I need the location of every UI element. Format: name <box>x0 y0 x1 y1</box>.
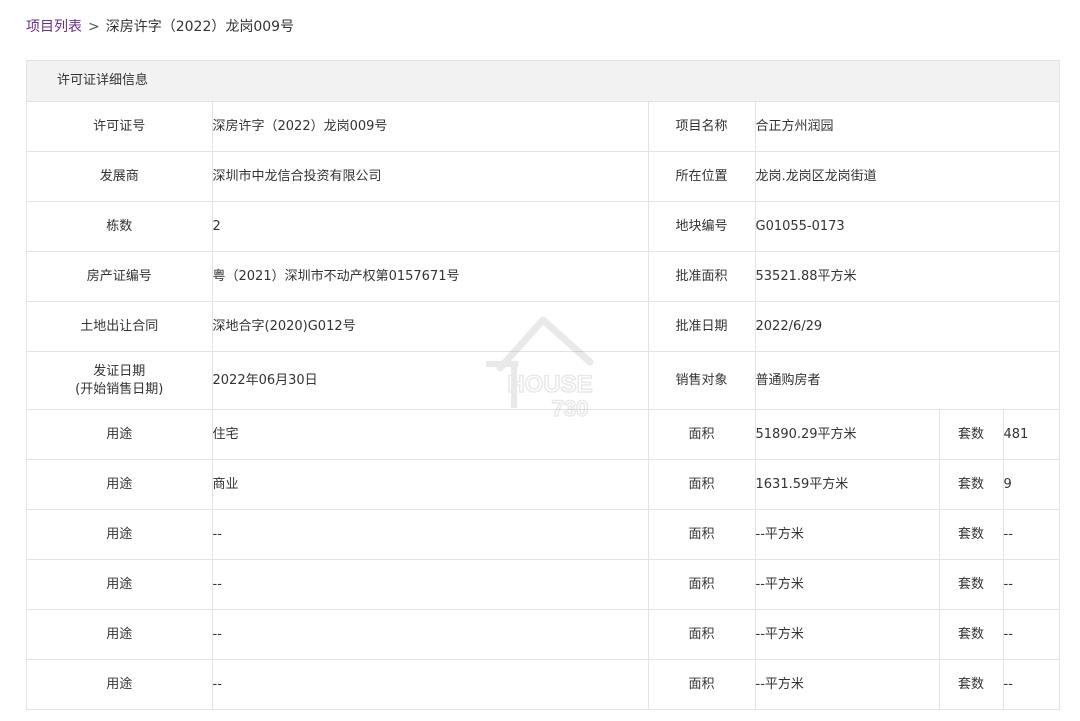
table-row: 许可证号 深房许字（2022）龙岗009号 项目名称 合正方州润园 <box>27 102 1059 152</box>
usage-value: -- <box>211 659 649 709</box>
land-contract-value: 深地合字(2020)G012号 <box>211 301 649 352</box>
table-row: 发证日期 (开始销售日期) 2022年06月30日 销售对象 普通购房者 <box>27 351 1059 410</box>
usage-value: 住宅 <box>211 409 649 460</box>
lot-number-value: G01055-0173 <box>754 201 1059 252</box>
area-value: --平方米 <box>754 609 940 660</box>
breadcrumb: 项目列表 > 深房许字（2022）龙岗009号 <box>26 15 294 39</box>
project-name-label: 项目名称 <box>647 102 756 152</box>
developer-value: 深圳市中龙信合投资有限公司 <box>211 151 649 202</box>
unit-count-value: 481 <box>1002 409 1059 460</box>
property-cert-label: 房产证编号 <box>27 251 213 302</box>
table-row: 房产证编号 粤（2021）深圳市不动产权第0157671号 批准面积 53521… <box>27 251 1059 302</box>
usage-row: 用途 住宅 面积 51890.29平方米 套数 481 <box>27 409 1059 460</box>
area-value: 51890.29平方米 <box>754 409 940 460</box>
location-value: 龙岗.龙岗区龙岗街道 <box>754 151 1059 202</box>
breadcrumb-project-list-link[interactable]: 项目列表 <box>26 19 82 35</box>
usage-value: -- <box>211 559 649 610</box>
permit-detail-table: 许可证号 深房许字（2022）龙岗009号 项目名称 合正方州润园 发展商 深圳… <box>27 102 1059 709</box>
area-value: --平方米 <box>754 559 940 610</box>
building-count-value: 2 <box>211 201 649 252</box>
unit-count-value: 9 <box>1002 459 1059 510</box>
usage-value: -- <box>211 509 649 560</box>
issue-date-value: 2022年06月30日 <box>211 351 649 410</box>
usage-row: 用途 -- 面积 --平方米 套数 -- <box>27 659 1059 709</box>
table-row: 土地出让合同 深地合字(2020)G012号 批准日期 2022/6/29 <box>27 301 1059 352</box>
developer-label: 发展商 <box>27 151 213 202</box>
area-label: 面积 <box>647 459 756 510</box>
unit-count-label: 套数 <box>938 509 1004 560</box>
area-value: --平方米 <box>754 509 940 560</box>
table-row: 发展商 深圳市中龙信合投资有限公司 所在位置 龙岗.龙岗区龙岗街道 <box>27 151 1059 202</box>
usage-label: 用途 <box>27 409 213 460</box>
approved-area-value: 53521.88平方米 <box>754 251 1059 302</box>
area-value: --平方米 <box>754 659 940 709</box>
usage-row: 用途 -- 面积 --平方米 套数 -- <box>27 559 1059 610</box>
area-label: 面积 <box>647 609 756 660</box>
unit-count-label: 套数 <box>938 409 1004 460</box>
property-cert-value: 粤（2021）深圳市不动产权第0157671号 <box>211 251 649 302</box>
unit-count-value: -- <box>1002 559 1059 610</box>
permit-number-value: 深房许字（2022）龙岗009号 <box>211 102 649 152</box>
area-label: 面积 <box>647 509 756 560</box>
usage-label: 用途 <box>27 609 213 660</box>
area-label: 面积 <box>647 659 756 709</box>
area-label: 面积 <box>647 559 756 610</box>
sales-target-value: 普通购房者 <box>754 351 1059 410</box>
usage-value: 商业 <box>211 459 649 510</box>
permit-detail-panel: 许可证详细信息 许可证号 深房许字（2022）龙岗009号 项目名称 合正方州润… <box>26 60 1060 710</box>
unit-count-value: -- <box>1002 659 1059 709</box>
unit-count-label: 套数 <box>938 459 1004 510</box>
lot-number-label: 地块编号 <box>647 201 756 252</box>
permit-number-label: 许可证号 <box>27 102 213 152</box>
usage-label: 用途 <box>27 509 213 560</box>
project-name-value: 合正方州润园 <box>754 102 1059 152</box>
issue-date-label: 发证日期 (开始销售日期) <box>27 351 213 410</box>
usage-label: 用途 <box>27 559 213 610</box>
usage-label: 用途 <box>27 659 213 709</box>
usage-row: 用途 -- 面积 --平方米 套数 -- <box>27 509 1059 560</box>
usage-row: 用途 -- 面积 --平方米 套数 -- <box>27 609 1059 660</box>
unit-count-label: 套数 <box>938 609 1004 660</box>
unit-count-value: -- <box>1002 609 1059 660</box>
usage-label: 用途 <box>27 459 213 510</box>
issue-date-label-line1: 发证日期 <box>93 363 146 379</box>
breadcrumb-current: 深房许字（2022）龙岗009号 <box>105 19 295 35</box>
area-value: 1631.59平方米 <box>754 459 940 510</box>
location-label: 所在位置 <box>647 151 756 202</box>
approval-date-label: 批准日期 <box>647 301 756 352</box>
table-row: 栋数 2 地块编号 G01055-0173 <box>27 201 1059 252</box>
usage-value: -- <box>211 609 649 660</box>
unit-count-label: 套数 <box>938 659 1004 709</box>
building-count-label: 栋数 <box>27 201 213 252</box>
unit-count-value: -- <box>1002 509 1059 560</box>
usage-row: 用途 商业 面积 1631.59平方米 套数 9 <box>27 459 1059 510</box>
area-label: 面积 <box>647 409 756 460</box>
approval-date-value: 2022/6/29 <box>754 301 1059 352</box>
panel-title: 许可证详细信息 <box>27 61 1059 102</box>
land-contract-label: 土地出让合同 <box>27 301 213 352</box>
unit-count-label: 套数 <box>938 559 1004 610</box>
issue-date-label-line2: (开始销售日期) <box>75 381 164 397</box>
approved-area-label: 批准面积 <box>647 251 756 302</box>
sales-target-label: 销售对象 <box>647 351 756 410</box>
breadcrumb-separator: > <box>88 19 100 35</box>
